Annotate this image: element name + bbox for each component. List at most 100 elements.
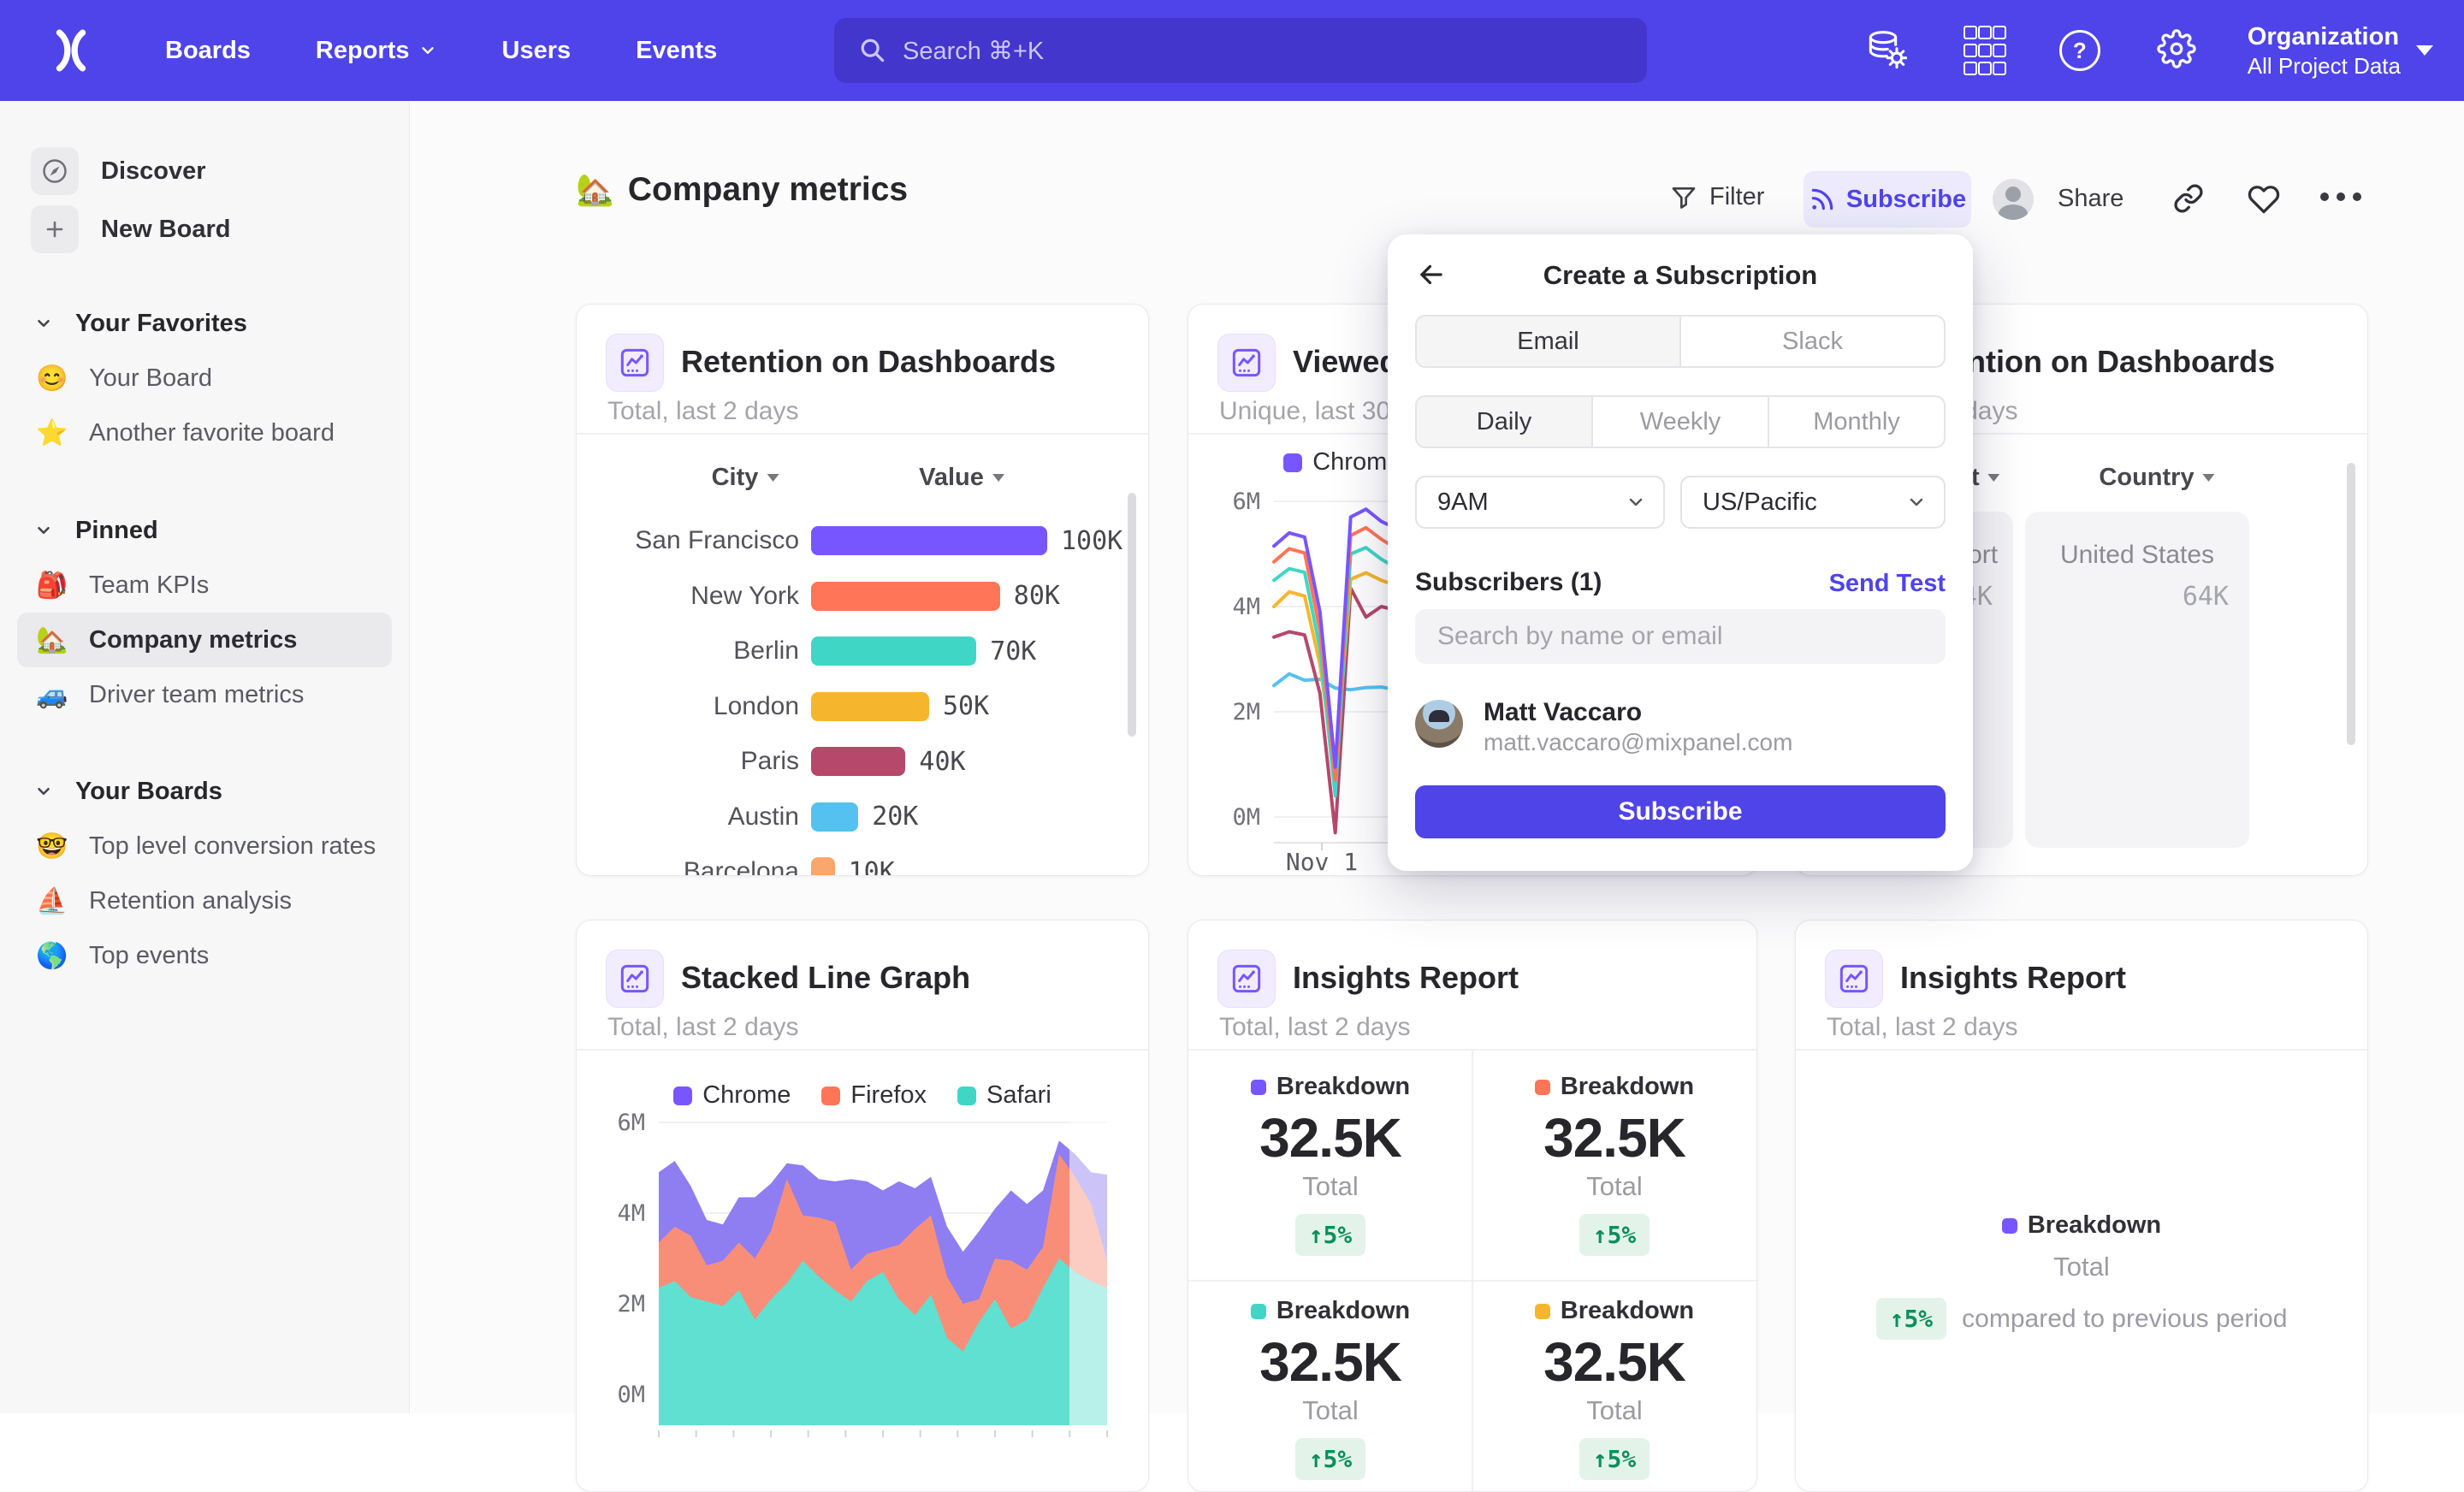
svg-text:Nov 1: Nov 1 bbox=[1286, 848, 1358, 875]
card-scrollbar[interactable] bbox=[1128, 493, 1136, 737]
board-emoji: 🏡 bbox=[36, 625, 74, 655]
subscribe-submit-button[interactable]: Subscribe bbox=[1415, 785, 1946, 838]
sidebar-section-pinned[interactable]: Pinned bbox=[17, 503, 392, 558]
table-row: New York80K bbox=[602, 569, 1126, 625]
copy-link-button[interactable] bbox=[2173, 183, 2204, 214]
delta-badge: ↑5% bbox=[1295, 1214, 1366, 1256]
nav-item-boards[interactable]: Boards bbox=[165, 37, 251, 65]
delta-note: compared to previous period bbox=[1962, 1305, 2287, 1334]
metric-value: 32.5K bbox=[1259, 1106, 1401, 1169]
table-row: London50K bbox=[602, 679, 1126, 735]
bar-table: San Francisco100KNew York80KBerlin70KLon… bbox=[602, 513, 1126, 876]
sidebar: DiscoverNew Board Your Favorites😊Your Bo… bbox=[0, 101, 410, 1413]
sidebar-section-your-boards[interactable]: Your Boards bbox=[17, 764, 392, 819]
page-title: 🏡 Company metrics bbox=[576, 171, 908, 209]
dashboard-card: Stacked Line GraphTotal, last 2 daysChro… bbox=[576, 920, 1149, 1492]
metric-cell: Breakdown32.5KTotal↑5% bbox=[1202, 1073, 1459, 1256]
legend-swatch bbox=[1283, 453, 1302, 472]
card-scrollbar[interactable] bbox=[2347, 463, 2355, 745]
card-icon bbox=[606, 950, 664, 1008]
card-subtitle: Total, last 2 days bbox=[607, 397, 798, 426]
filter-button[interactable]: Filter bbox=[1670, 183, 1764, 211]
sidebar-item-top-events[interactable]: 🌎Top events bbox=[17, 928, 392, 983]
frequency-tab-monthly[interactable]: Monthly bbox=[1768, 397, 1944, 447]
sidebar-item-team-kpis[interactable]: 🎒Team KPIs bbox=[17, 558, 392, 613]
compass-icon bbox=[31, 147, 79, 195]
top-nav: Boards Reports Users Events Search ⌘+K ? Or… bbox=[0, 0, 2464, 101]
breakdown-dot bbox=[2002, 1218, 2017, 1234]
metric-value: 32.5K bbox=[1259, 1330, 1401, 1394]
mixpanel-logo-icon[interactable] bbox=[50, 29, 92, 76]
nav-item-events[interactable]: Events bbox=[636, 37, 717, 65]
card-divider bbox=[1796, 1049, 2367, 1051]
sidebar-item-driver-team-metrics[interactable]: 🚙Driver team metrics bbox=[17, 667, 392, 722]
share-button[interactable]: Share bbox=[2058, 185, 2123, 213]
sidebar-item-your-board[interactable]: 😊Your Board bbox=[17, 351, 392, 406]
grid-divider bbox=[1472, 1049, 1473, 1491]
dashboard-card: Insights ReportTotal, last 2 daysBreakdo… bbox=[1795, 920, 2368, 1492]
chevron-down-icon bbox=[2416, 45, 2433, 56]
org-switcher[interactable]: Organization All Project Data bbox=[2248, 21, 2401, 80]
frequency-tab-weekly[interactable]: Weekly bbox=[1591, 397, 1768, 447]
column-header-country[interactable]: Country bbox=[2099, 464, 2214, 492]
subscriber-row: Matt Vaccaro matt.vaccaro@mixpanel.com bbox=[1415, 698, 1946, 751]
column-header-city[interactable]: City bbox=[712, 464, 779, 492]
search-input[interactable]: Search ⌘+K bbox=[834, 18, 1647, 83]
column-header-value[interactable]: Value bbox=[919, 464, 1004, 492]
subscriber-name: Matt Vaccaro bbox=[1484, 698, 1642, 727]
metric-unit: Total bbox=[1302, 1171, 1358, 1202]
nav-item-reports[interactable]: Reports bbox=[316, 37, 437, 65]
settings-gear-icon[interactable] bbox=[2157, 29, 2196, 73]
sidebar-item-retention-analysis[interactable]: ⛵Retention analysis bbox=[17, 873, 392, 928]
sort-icon bbox=[1988, 474, 2000, 482]
card-divider bbox=[577, 433, 1148, 435]
bar bbox=[811, 692, 929, 721]
card-subtitle: Total, last 2 days bbox=[1219, 1013, 1410, 1042]
sidebar-item-company-metrics[interactable]: 🏡Company metrics bbox=[17, 613, 392, 667]
frequency-tabs: DailyWeeklyMonthly bbox=[1415, 395, 1946, 448]
favorite-button[interactable] bbox=[2248, 183, 2280, 216]
more-options-button[interactable] bbox=[2320, 192, 2361, 201]
card-subtitle: Total, last 2 days bbox=[607, 1013, 798, 1042]
frequency-tab-daily[interactable]: Daily bbox=[1417, 397, 1591, 447]
subscribers-heading: Subscribers (1) bbox=[1415, 568, 1602, 597]
subscriber-email: matt.vaccaro@mixpanel.com bbox=[1484, 729, 1792, 756]
board-emoji: 🎒 bbox=[36, 571, 74, 601]
bar bbox=[811, 636, 976, 666]
page-title-emoji: 🏡 bbox=[576, 172, 614, 208]
chevron-down-icon bbox=[34, 782, 53, 801]
breakdown-dot bbox=[1251, 1080, 1266, 1095]
svg-text:6M: 6M bbox=[617, 1110, 645, 1136]
board-emoji: 🚙 bbox=[36, 680, 74, 710]
nav-item-users[interactable]: Users bbox=[502, 37, 572, 65]
user-avatar[interactable] bbox=[1993, 179, 2034, 220]
metric-cell: Breakdown32.5KTotal↑5% bbox=[1202, 1297, 1459, 1480]
time-select[interactable]: 9AM bbox=[1415, 476, 1665, 529]
sidebar-item-new-board[interactable]: New Board bbox=[17, 200, 392, 258]
bar bbox=[811, 582, 1000, 611]
heart-icon bbox=[2248, 183, 2280, 216]
metric-cell: BreakdownTotal↑5%compared to previous pe… bbox=[1796, 1211, 2367, 1340]
sidebar-item-another-favorite-board[interactable]: ⭐Another favorite board bbox=[17, 406, 392, 460]
timezone-select[interactable]: US/Pacific bbox=[1680, 476, 1946, 529]
send-test-link[interactable]: Send Test bbox=[1829, 570, 1946, 598]
modal-title: Create a Subscription bbox=[1388, 260, 1973, 291]
sidebar-item-discover[interactable]: Discover bbox=[17, 142, 392, 200]
sidebar-item-top-level-conversion-rates[interactable]: 🤓Top level conversion rates bbox=[17, 819, 392, 873]
table-row: Austin20K bbox=[602, 790, 1126, 845]
svg-text:4M: 4M bbox=[1232, 594, 1260, 620]
app-grid-icon[interactable] bbox=[1964, 26, 2003, 75]
sort-icon bbox=[992, 474, 1004, 482]
metric-unit: Total bbox=[1302, 1395, 1358, 1426]
subscribe-button[interactable]: Subscribe bbox=[1804, 171, 1971, 228]
metric-value: 32.5K bbox=[1543, 1106, 1685, 1169]
data-management-icon[interactable] bbox=[1866, 28, 1907, 74]
subscriber-search-input[interactable]: Search by name or email bbox=[1415, 609, 1946, 664]
report-chart-icon bbox=[1229, 346, 1264, 380]
card-subtitle: Total, last 2 days bbox=[1827, 1013, 2017, 1042]
channel-tab-slack[interactable]: Slack bbox=[1679, 317, 1944, 366]
help-icon[interactable]: ? bbox=[2059, 30, 2100, 71]
channel-tab-email[interactable]: Email bbox=[1417, 317, 1679, 366]
table-row: San Francisco100K bbox=[602, 513, 1126, 569]
sidebar-section-your-favorites[interactable]: Your Favorites bbox=[17, 296, 392, 351]
